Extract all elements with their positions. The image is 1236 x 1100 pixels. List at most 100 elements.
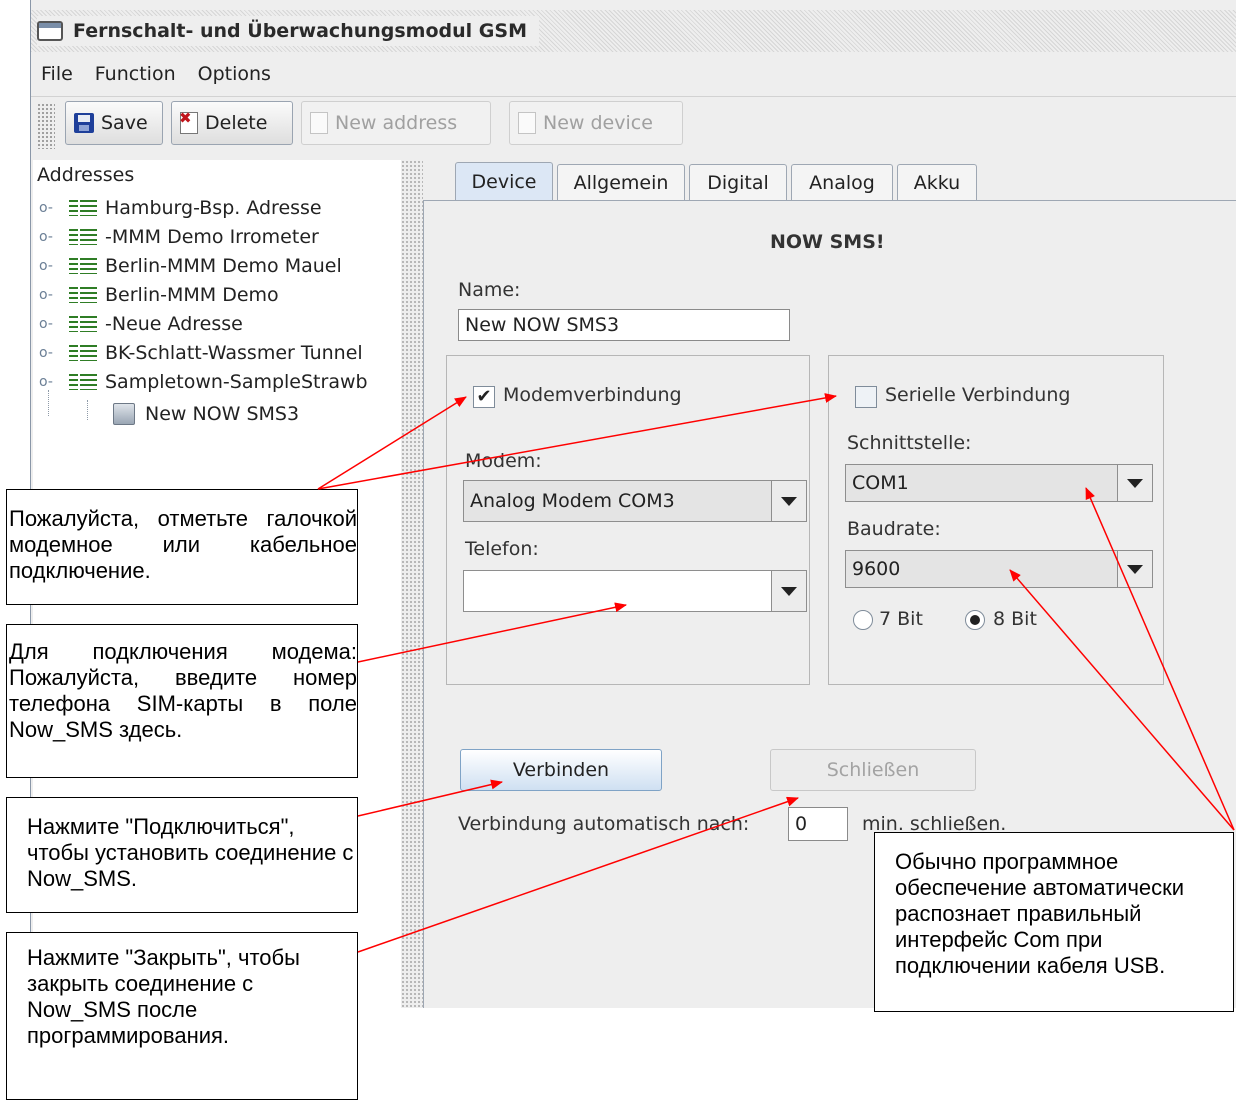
toolbar-grip[interactable] [37,103,55,149]
tab-label: Allgemein [573,171,669,194]
telefon-label: Telefon: [465,538,539,560]
name-label: Name: [458,279,521,301]
connect-button[interactable]: Verbinden [460,749,662,791]
tab-device[interactable]: Device [455,162,553,200]
tab-allgemein[interactable]: Allgemein [557,164,685,200]
save-icon [74,113,94,133]
chevron-down-icon[interactable] [771,481,806,521]
auto-close-minutes-field[interactable]: 0 [788,807,848,841]
modem-checkbox-label: Modemverbindung [503,384,682,406]
tab-label: Device [471,170,537,193]
callout-text: Для подключения модема: Пожалуйста, введ… [9,639,357,742]
menu-options[interactable]: Options [188,63,283,85]
tree-item[interactable]: o- Berlin-MMM Demo [39,281,279,309]
panel-splitter[interactable] [401,160,423,1008]
tree-device-item[interactable]: New NOW SMS3 [113,400,299,428]
callout-phone-number: Для подключения модема: Пожалуйста, введ… [6,624,358,778]
tab-akku[interactable]: Akku [897,164,977,200]
tree-item-label: -MMM Demo Irrometer [105,226,319,248]
menu-function[interactable]: Function [85,63,188,85]
tree-item-label: BK-Schlatt-Wassmer Tunnel [105,342,363,364]
radio-8bit-label: 8 Bit [993,608,1037,630]
collapsed-handle-icon[interactable]: o- [39,287,69,303]
callout-text: Нажмите "Подключиться", чтобы установить… [27,814,354,891]
menu-file[interactable]: File [31,63,85,85]
auto-close-label: Verbindung automatisch nach: [458,813,750,835]
address-icon [69,345,97,361]
save-button[interactable]: Save [65,101,163,145]
close-button[interactable]: Schließen [770,749,976,791]
tree-item[interactable]: o- Hamburg-Bsp. Adresse [39,194,322,222]
new-device-label: New device [543,112,653,134]
new-address-button[interactable]: New address [301,101,491,145]
menu-bar: File Function Options [31,56,1236,92]
schnittstelle-select[interactable]: COM1 [845,464,1153,502]
tab-label: Digital [707,171,769,194]
device-heading: NOW SMS! [770,231,885,253]
tab-digital[interactable]: Digital [689,164,787,200]
name-value: New NOW SMS3 [465,314,620,336]
tree-item-label: Hamburg-Bsp. Adresse [105,197,322,219]
callout-connect: Нажмите "Подключиться", чтобы установить… [6,797,358,913]
delete-button[interactable]: Delete [171,101,293,145]
tab-label: Analog [809,171,875,194]
address-icon [69,287,97,303]
callout-select-connection: Пожалуйста, отметьте галочкой модемное и… [6,489,358,605]
collapsed-handle-icon[interactable]: o- [39,258,69,274]
tree-root-label[interactable]: Addresses [37,164,134,186]
delete-label: Delete [205,112,268,134]
tree-connector [87,400,88,420]
tab-analog[interactable]: Analog [791,164,893,200]
tree-item[interactable]: o- Berlin-MMM Demo Mauel [39,252,342,280]
tree-item-label: Berlin-MMM Demo [105,284,279,306]
baudrate-value: 9600 [852,558,901,580]
chevron-down-icon[interactable] [1117,551,1152,587]
radio-7bit[interactable] [853,610,873,630]
callout-text: Нажмите "Закрыть", чтобы закрыть соедине… [27,945,300,1048]
baudrate-select[interactable]: 9600 [845,550,1153,588]
modem-label: Modem: [465,450,542,472]
collapsed-handle-icon[interactable]: o- [39,345,69,361]
chevron-down-icon[interactable] [771,571,806,611]
expanded-handle-icon[interactable]: o- [39,374,69,390]
tree-item[interactable]: o- BK-Schlatt-Wassmer Tunnel [39,339,363,367]
chevron-down-icon[interactable] [1117,465,1152,501]
callout-com-port: Обычно программное обеспечение автоматич… [874,832,1234,1012]
address-icon [69,374,97,390]
radio-8bit[interactable] [965,610,985,630]
callout-close: Нажмите "Закрыть", чтобы закрыть соедине… [6,932,358,1100]
new-page-icon [518,112,536,134]
serial-group: Serielle Verbindung Schnittstelle: COM1 … [828,355,1164,685]
tree-item[interactable]: o- -Neue Adresse [39,310,243,338]
name-field[interactable]: New NOW SMS3 [458,309,790,341]
close-label: Schließen [826,759,920,781]
modem-select[interactable]: Analog Modem COM3 [463,480,807,522]
tab-bar: Device Allgemein Digital Analog Akku [423,160,1236,200]
modem-group: ✔ Modemverbindung Modem: Analog Modem CO… [446,355,810,685]
new-device-button[interactable]: New device [509,101,683,145]
tree-item[interactable]: o- Sampletown-SampleStrawb [39,368,368,396]
delete-icon [179,109,198,134]
address-icon [69,229,97,245]
tree-item-label: Berlin-MMM Demo Mauel [105,255,342,277]
tab-label: Akku [913,171,961,194]
title-bar: Fernschalt- und Überwachungsmodul GSM [31,10,1236,52]
tree-item[interactable]: o- -MMM Demo Irrometer [39,223,319,251]
modem-select-value: Analog Modem COM3 [470,490,675,512]
telefon-select[interactable] [463,570,807,612]
serial-checkbox[interactable] [855,386,877,408]
radio-7bit-label: 7 Bit [879,608,923,630]
toolbar: Save Delete New address New device [31,96,1236,155]
collapsed-handle-icon[interactable]: o- [39,200,69,216]
callout-text: Пожалуйста, отметьте галочкой модемное и… [9,506,357,583]
tree-item-label: Sampletown-SampleStrawb [105,371,368,393]
serial-checkbox-label: Serielle Verbindung [885,384,1071,406]
collapsed-handle-icon[interactable]: o- [39,316,69,332]
baudrate-label: Baudrate: [847,518,941,540]
address-icon [69,200,97,216]
auto-close-minutes-value: 0 [795,813,808,835]
window-title: Fernschalt- und Überwachungsmodul GSM [73,20,527,42]
schnittstelle-label: Schnittstelle: [847,432,972,454]
collapsed-handle-icon[interactable]: o- [39,229,69,245]
modem-checkbox[interactable]: ✔ [473,386,495,408]
